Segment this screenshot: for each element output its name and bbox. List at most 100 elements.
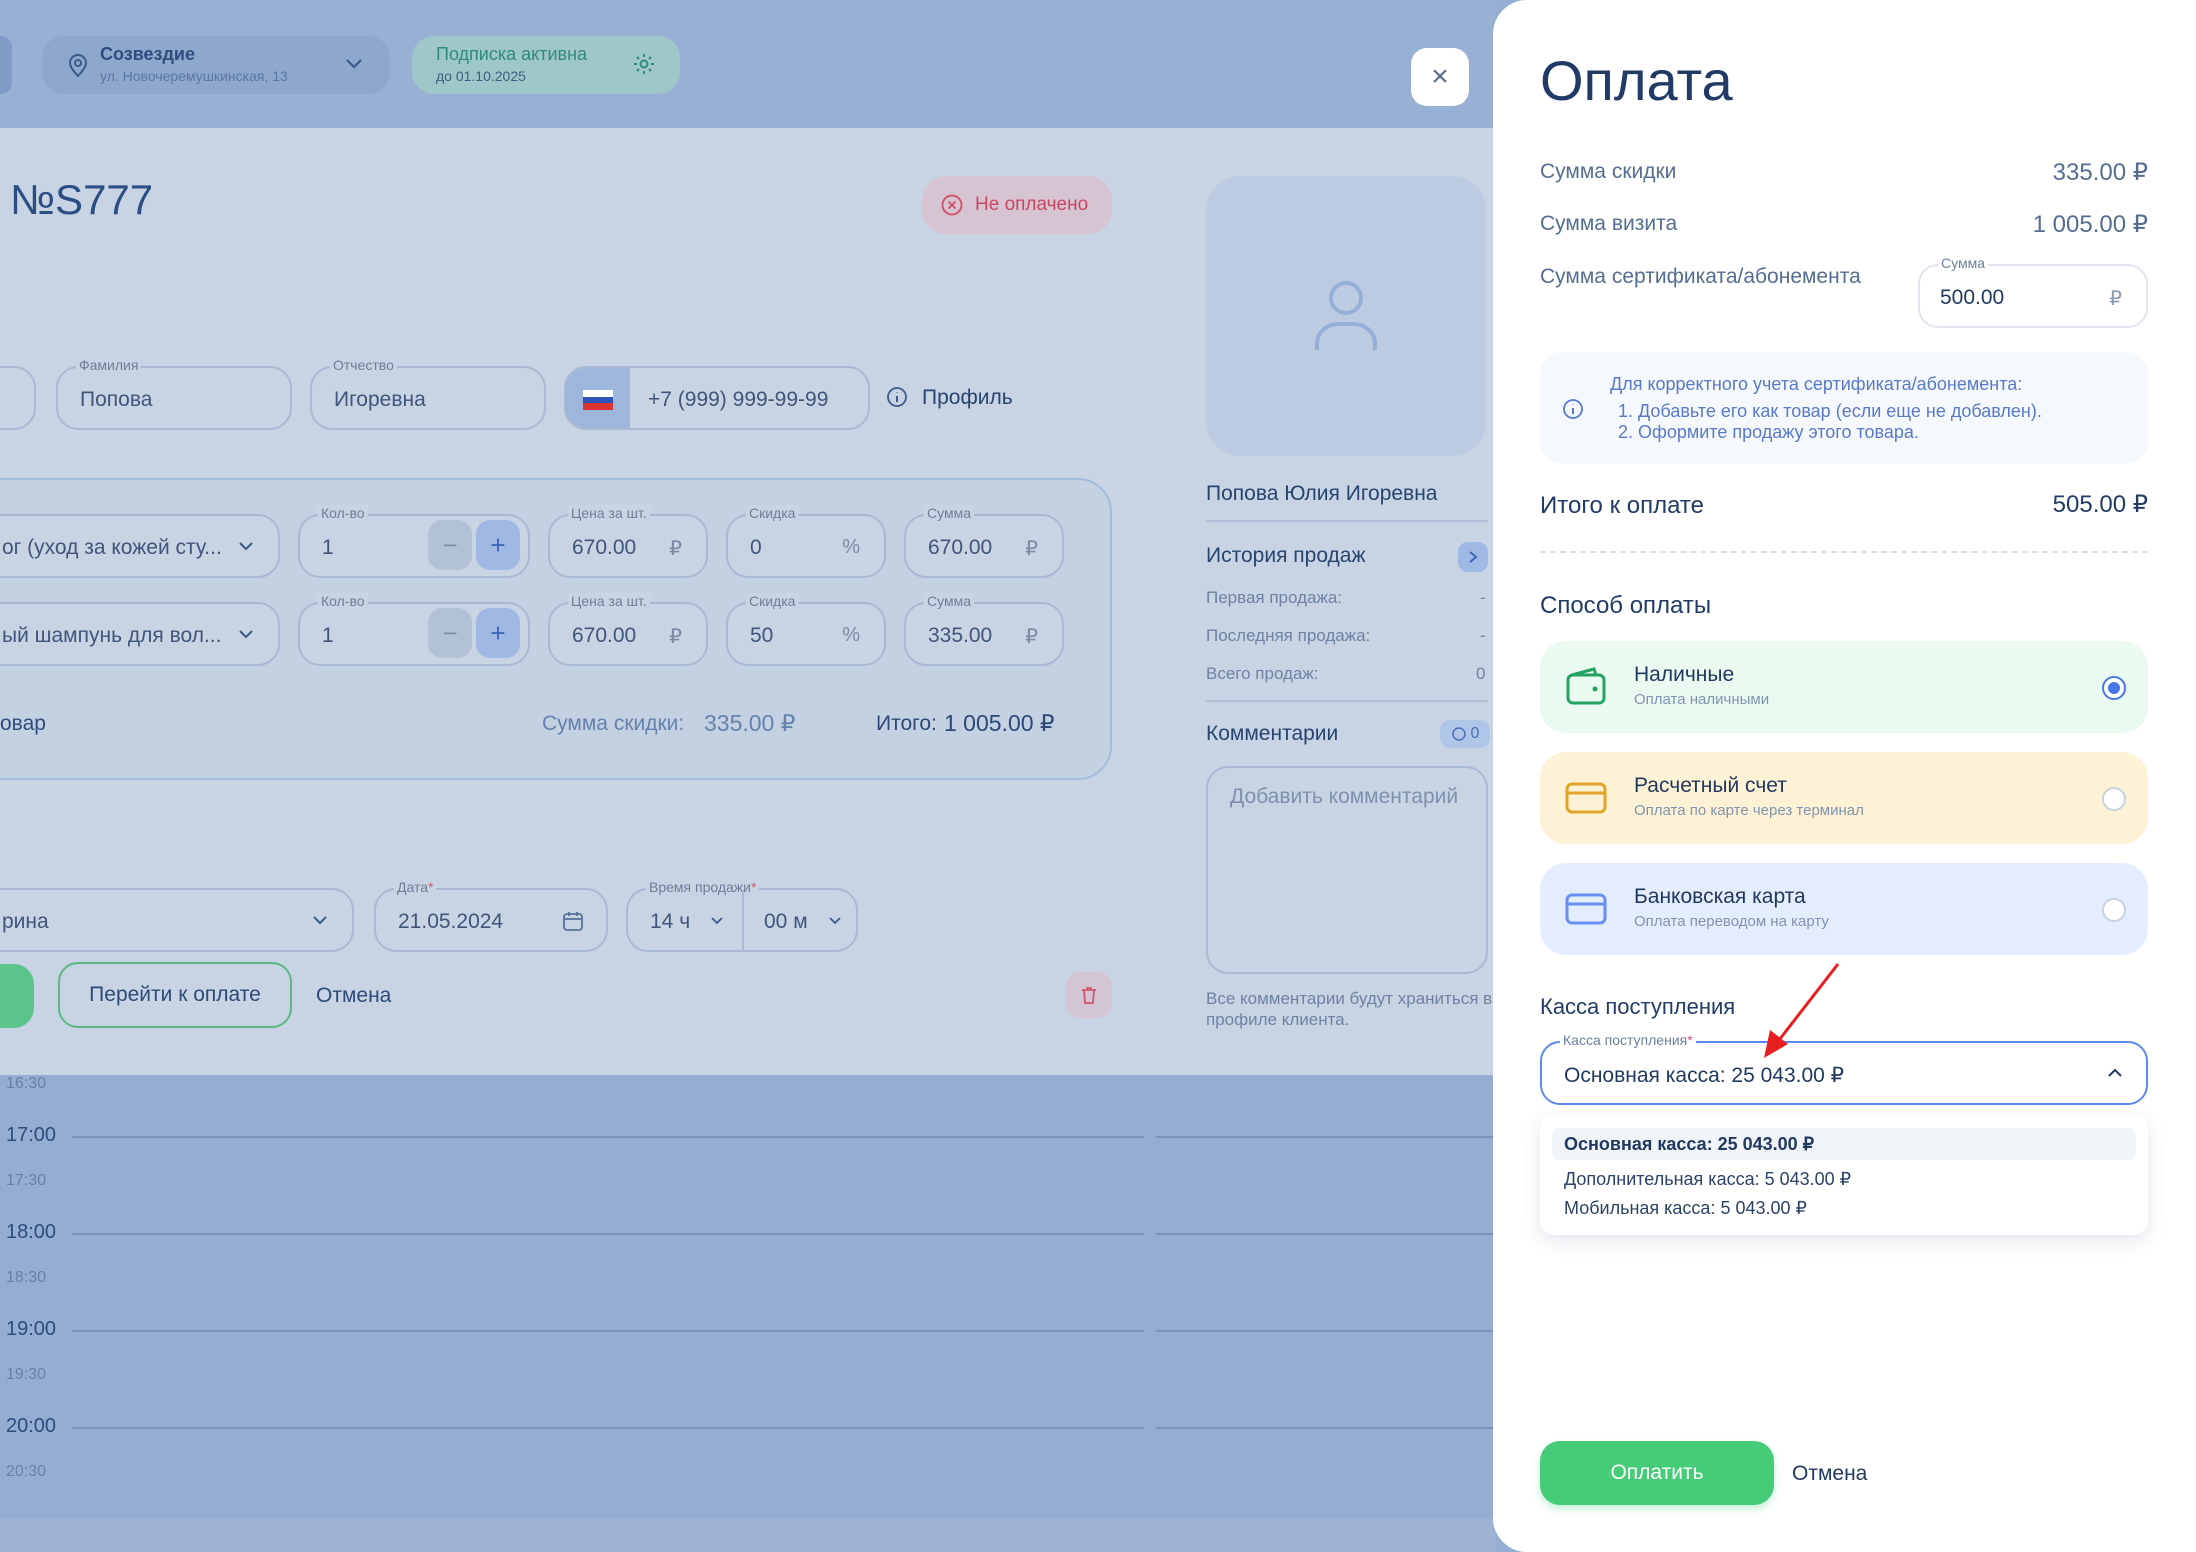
- total-value: 1 005.00 ₽: [944, 710, 1055, 736]
- minute-value[interactable]: 00 м: [764, 910, 808, 934]
- last-sale-label: Последняя продажа:: [1206, 626, 1371, 645]
- sum-label: Сумма: [924, 505, 974, 521]
- comment-placeholder: Добавить комментарий: [1230, 785, 1459, 808]
- payment-option-bank-card[interactable]: Банковская карта Оплата переводом на кар…: [1540, 863, 2148, 955]
- divider: [1206, 700, 1488, 702]
- sum-value: 670.00: [928, 536, 993, 559]
- chevron-down-icon: [829, 917, 841, 925]
- comments-title: Комментарии: [1206, 722, 1339, 745]
- discount-field[interactable]: Скидка 50 %: [726, 593, 886, 666]
- radio-unselected[interactable]: [2102, 787, 2126, 811]
- first-sale-value: -: [1480, 588, 1486, 607]
- time-field[interactable]: Время продажи* 14 ч 00 м: [626, 879, 858, 952]
- comments-count: 0: [1470, 725, 1480, 742]
- sale-title: №S777: [10, 176, 154, 223]
- map-pin-icon: [68, 54, 88, 78]
- percent-symbol: %: [842, 536, 860, 558]
- go-to-payment-button[interactable]: Перейти к оплате: [58, 962, 292, 1028]
- pay-button[interactable]: Оплатить: [1540, 1441, 1774, 1505]
- increment-button[interactable]: +: [476, 520, 520, 570]
- certificate-field-label: Сумма: [1938, 255, 1988, 271]
- trash-icon: [1082, 987, 1096, 1004]
- item-name: ог (уход за кожей сту...: [2, 536, 222, 559]
- avatar: [1206, 176, 1486, 456]
- register-option[interactable]: Основная касса: 25 043.00 ₽: [1564, 1134, 1814, 1155]
- first-name-field[interactable]: [0, 366, 36, 430]
- info-line: 1. Добавьте его как товар (если еще не д…: [1618, 401, 2042, 421]
- time-slot-line: [1156, 1329, 1496, 1332]
- comment-note: Все комментарии будут храниться в профил…: [1206, 989, 1493, 1029]
- last-name-field[interactable]: Фамилия Попова: [56, 357, 292, 430]
- discount-field[interactable]: Скидка 0 %: [726, 505, 886, 578]
- hour-value[interactable]: 14 ч: [650, 910, 690, 934]
- calendar-icon[interactable]: [562, 910, 584, 932]
- history-expand-button[interactable]: [1458, 542, 1488, 572]
- save-button[interactable]: [0, 964, 34, 1028]
- delete-button[interactable]: [1066, 972, 1112, 1018]
- history-title[interactable]: История продаж: [1206, 544, 1366, 568]
- date-field[interactable]: Дата* 21.05.2024: [374, 879, 608, 952]
- decrement-button[interactable]: −: [428, 520, 472, 570]
- percent-symbol: %: [842, 624, 860, 646]
- pay-button-label: Оплатить: [1610, 1461, 1704, 1484]
- payment-option-terminal[interactable]: Расчетный счет Оплата по карте через тер…: [1540, 752, 2148, 844]
- time-slot-line: [1156, 1135, 1496, 1138]
- patronymic-field[interactable]: Отчество Игоревна: [310, 357, 546, 430]
- item-name: ый шампунь для вол...: [2, 624, 222, 647]
- divider: [1206, 520, 1488, 522]
- subscription-until: до 01.10.2025: [436, 68, 526, 84]
- country-flag-icon[interactable]: [566, 368, 630, 428]
- decrement-button[interactable]: −: [428, 608, 472, 658]
- discount-label: Скидка: [746, 593, 799, 609]
- qty-label: Кол-во: [318, 505, 368, 521]
- cancel-button[interactable]: Отмена: [1792, 1462, 1867, 1486]
- register-title: Касса поступления: [1540, 994, 1736, 1019]
- patronymic-label: Отчество: [330, 357, 397, 373]
- item-name-select[interactable]: ог (уход за кожей сту...: [0, 514, 280, 578]
- close-button[interactable]: ×: [1411, 48, 1469, 106]
- employee-select[interactable]: рина: [0, 888, 354, 952]
- qty-stepper[interactable]: Кол-во 1 − +: [298, 505, 530, 578]
- status-text: Не оплачено: [975, 194, 1089, 215]
- location-selector[interactable]: [42, 36, 390, 94]
- gear-icon[interactable]: [632, 52, 656, 76]
- visit-sum-label: Сумма визита: [1540, 212, 1678, 235]
- register-option[interactable]: Дополнительная касса: 5 043.00 ₽: [1564, 1169, 1851, 1190]
- total-to-pay-label: Итого к оплате: [1540, 492, 1704, 519]
- increment-button[interactable]: +: [476, 608, 520, 658]
- user-icon: [1315, 281, 1377, 350]
- profile-link[interactable]: Профиль: [922, 386, 1013, 410]
- total-label: Итого:: [876, 712, 937, 735]
- certificate-sum-input[interactable]: Сумма 500.00 ₽: [1918, 255, 2148, 328]
- add-item-link[interactable]: овар: [0, 712, 46, 736]
- price-field[interactable]: Цена за шт. 670.00 ₽: [548, 505, 708, 578]
- x-circle-icon: [941, 194, 963, 216]
- register-option[interactable]: Мобильная касса: 5 043.00 ₽: [1564, 1198, 1807, 1219]
- currency-symbol: ₽: [669, 538, 682, 560]
- qty-stepper[interactable]: Кол-во 1 − +: [298, 593, 530, 666]
- currency-symbol: ₽: [1025, 626, 1038, 648]
- price-field[interactable]: Цена за шт. 670.00 ₽: [548, 593, 708, 666]
- wallet-icon: [1566, 667, 1606, 705]
- price-value: 670.00: [572, 536, 637, 559]
- chevron-up-icon: [2108, 1068, 2122, 1077]
- radio-selected[interactable]: [2102, 676, 2126, 700]
- time-slot-line: [1156, 1426, 1496, 1429]
- payment-option-title: Наличные: [1634, 663, 1735, 686]
- phone-field[interactable]: +7 (999) 999-99-99: [564, 366, 870, 430]
- price-value: 670.00: [572, 624, 637, 647]
- total-sales-value: 0: [1476, 664, 1486, 683]
- phone-value: +7 (999) 999-99-99: [648, 388, 829, 411]
- edge-tab[interactable]: [0, 36, 12, 94]
- time-slot-label: 18:00: [6, 1220, 57, 1243]
- discount-total-label: Сумма скидки:: [542, 712, 685, 735]
- comments-count-badge: 0: [1440, 720, 1490, 748]
- cancel-link[interactable]: Отмена: [316, 984, 391, 1008]
- radio-unselected[interactable]: [2102, 898, 2126, 922]
- sum-field[interactable]: Сумма 670.00 ₽: [904, 505, 1064, 578]
- sum-field[interactable]: Сумма 335.00 ₽: [904, 593, 1064, 666]
- comment-textarea[interactable]: Добавить комментарий: [1206, 766, 1488, 974]
- item-name-select[interactable]: ый шампунь для вол...: [0, 602, 280, 666]
- credit-card-icon: [1565, 782, 1607, 814]
- payment-option-cash[interactable]: Наличные Оплата наличными: [1540, 641, 2148, 733]
